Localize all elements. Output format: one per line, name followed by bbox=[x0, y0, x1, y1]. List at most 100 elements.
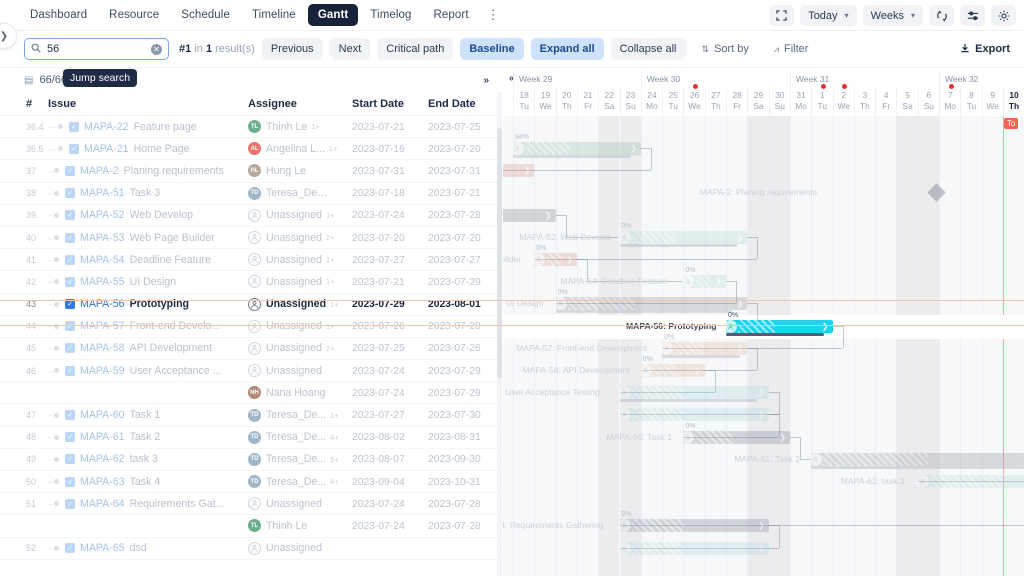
tree-node-dot[interactable] bbox=[54, 191, 59, 196]
issue-key[interactable]: MAPA-57 bbox=[80, 320, 125, 332]
assignee-cell[interactable]: TDTeresa_De...4+ bbox=[248, 475, 352, 488]
issue-key[interactable]: MAPA-61 bbox=[80, 431, 125, 443]
issue-type-checkbox[interactable]: ✓ bbox=[65, 233, 75, 243]
bar-end-arrow[interactable]: ❯ bbox=[758, 521, 765, 530]
bar-progress-handle[interactable] bbox=[660, 342, 673, 355]
end-date[interactable]: 2023-10-31 bbox=[428, 477, 481, 488]
day-column-header[interactable]: 25Tu bbox=[662, 86, 683, 116]
day-column-header[interactable]: 1Tu bbox=[811, 86, 832, 116]
sort-by-button[interactable]: ⇅ Sort by bbox=[693, 38, 758, 60]
day-column-header[interactable]: 23Su bbox=[620, 86, 641, 116]
start-date[interactable]: 2023-07-27 bbox=[352, 410, 405, 421]
day-column-header[interactable]: 30Su bbox=[769, 86, 790, 116]
day-column-header[interactable]: 26We bbox=[683, 86, 704, 116]
assignee-cell[interactable]: Unassigned1+ bbox=[248, 275, 352, 288]
end-date[interactable]: 2023-07-26 bbox=[428, 343, 481, 354]
end-date[interactable]: 2023-07-29 bbox=[428, 277, 481, 288]
table-row[interactable]: 50–✓MAPA-63Task 4TDTeresa_De...4+2023-09… bbox=[0, 471, 503, 493]
table-row[interactable]: 43–✓MAPA-56PrototypingUnassigned1+2023-0… bbox=[0, 294, 503, 316]
table-row[interactable]: 48–✓MAPA-61Task 2TDTeresa_De...4+2023-08… bbox=[0, 427, 503, 449]
tree-node-dot[interactable] bbox=[54, 368, 59, 373]
assignee-cell[interactable]: TDTeresa_De...1+ bbox=[248, 409, 352, 422]
tree-node-dot[interactable] bbox=[54, 213, 59, 218]
day-column-header[interactable]: 19We bbox=[534, 86, 555, 116]
tree-node-dot[interactable] bbox=[54, 168, 59, 173]
issue-key[interactable]: MAPA-62 bbox=[80, 453, 125, 465]
table-row[interactable]: 36.5––✓MAPA-21Home PageALAngelina L...1+… bbox=[0, 138, 503, 160]
assignee-cell[interactable]: Unassigned bbox=[248, 364, 352, 377]
issue-type-checkbox[interactable]: ✓ bbox=[65, 321, 75, 331]
assignee-overflow-badge[interactable]: 1+ bbox=[326, 255, 335, 264]
gantt-bar[interactable]: ❯ bbox=[620, 231, 748, 244]
bar-progress-handle[interactable] bbox=[681, 275, 694, 288]
issue-key[interactable]: MAPA-59 bbox=[80, 365, 125, 377]
assignee-cell[interactable]: TLThinh Le bbox=[248, 519, 352, 532]
assignee-cell[interactable]: ALAngelina L...1+ bbox=[248, 142, 352, 155]
start-date[interactable]: 2023-07-26 bbox=[352, 321, 405, 332]
issue-summary[interactable]: Requirements Gat... bbox=[130, 498, 225, 510]
bar-progress-handle[interactable] bbox=[618, 519, 631, 532]
bar-progress-handle[interactable] bbox=[681, 431, 694, 444]
end-date[interactable]: 2023-07-28 bbox=[428, 210, 481, 221]
assignee-cell[interactable]: Unassigned bbox=[248, 542, 352, 555]
critical-path-button[interactable]: Critical path bbox=[377, 38, 453, 60]
assignee-cell[interactable]: NHNana Hoang bbox=[248, 386, 352, 399]
nav-tab-gantt[interactable]: Gantt bbox=[308, 4, 359, 26]
bar-progress-handle[interactable] bbox=[724, 320, 737, 333]
table-row[interactable]: 38–✓MAPA-51Task 3TDTeresa_DevSa...2023-0… bbox=[0, 183, 503, 205]
day-column-header[interactable]: 3Th bbox=[854, 86, 875, 116]
nav-more-icon[interactable]: ⋮ bbox=[479, 5, 509, 25]
issue-summary[interactable]: UI Design bbox=[130, 276, 177, 288]
day-column-header[interactable]: 22Sa bbox=[598, 86, 619, 116]
clear-icon[interactable]: ✕ bbox=[151, 44, 162, 55]
start-date[interactable]: 2023-07-20 bbox=[352, 233, 405, 244]
day-column-header[interactable]: 29Sa bbox=[747, 86, 768, 116]
issue-key[interactable]: MAPA-52 bbox=[80, 209, 125, 221]
issue-key[interactable]: MAPA-22 bbox=[84, 121, 129, 133]
issue-summary[interactable]: Deadline Feature bbox=[130, 254, 211, 266]
tree-node-dot[interactable] bbox=[54, 302, 59, 307]
issue-summary[interactable]: Planing requirements bbox=[124, 165, 224, 177]
previous-button[interactable]: Previous bbox=[262, 38, 323, 60]
assignee-overflow-badge[interactable]: 1+ bbox=[326, 211, 335, 220]
day-column-header[interactable]: 2We bbox=[833, 86, 854, 116]
table-row[interactable]: 45–✓MAPA-58API DevelopmentUnassigned2+20… bbox=[0, 338, 503, 360]
start-date[interactable]: 2023-07-24 bbox=[352, 521, 405, 532]
issue-key[interactable]: MAPA-54 bbox=[80, 254, 125, 266]
gantt-bar[interactable]: ❯ bbox=[662, 342, 747, 355]
bar-progress-handle[interactable] bbox=[618, 231, 631, 244]
refresh-icon[interactable] bbox=[929, 5, 954, 26]
table-row[interactable]: TLThinh Le2023-07-24 2023-07-28 bbox=[0, 515, 503, 537]
end-date[interactable]: 2023-08-31 bbox=[428, 432, 481, 443]
filter-button[interactable]: ⩘ Filter bbox=[765, 38, 818, 60]
issue-type-checkbox[interactable]: ✓ bbox=[65, 432, 75, 442]
issue-key[interactable]: MAPA-55 bbox=[80, 276, 125, 288]
issue-summary[interactable]: Task 4 bbox=[130, 476, 161, 488]
day-column-header[interactable]: 18Tu bbox=[513, 86, 534, 116]
issue-key[interactable]: MAPA-21 bbox=[84, 143, 129, 155]
table-vertical-scrollbar[interactable] bbox=[497, 92, 502, 576]
nav-tab-resource[interactable]: Resource bbox=[99, 4, 169, 26]
bar-end-arrow[interactable]: ❯ bbox=[524, 166, 531, 175]
start-date[interactable]: 2023-09-04 bbox=[352, 477, 405, 488]
issue-summary[interactable]: API Development bbox=[130, 342, 212, 354]
bar-end-arrow[interactable]: ❯ bbox=[758, 388, 765, 397]
issue-key[interactable]: MAPA-53 bbox=[80, 232, 125, 244]
assignee-cell[interactable]: TDTeresa_De...5+ bbox=[248, 453, 352, 466]
tree-node-dot[interactable] bbox=[54, 279, 59, 284]
gantt-bar[interactable]: ❯ bbox=[641, 364, 705, 377]
end-date[interactable]: 2023-07-27 bbox=[428, 255, 481, 266]
nav-tab-schedule[interactable]: Schedule bbox=[171, 4, 240, 26]
end-date[interactable]: 2023-07-28 bbox=[428, 521, 481, 532]
start-date[interactable]: 2023-07-21 bbox=[352, 277, 405, 288]
start-date[interactable]: 2023-07-24 bbox=[352, 366, 405, 377]
gantt-bar[interactable]: ❯ bbox=[811, 453, 1024, 466]
nav-tab-timeline[interactable]: Timeline bbox=[242, 4, 306, 26]
day-column-header[interactable]: 24Mo bbox=[641, 86, 662, 116]
zoom-level-dropdown[interactable]: Weeks ▾ bbox=[863, 5, 923, 26]
table-row[interactable]: 41–✓MAPA-54Deadline FeatureUnassigned1+2… bbox=[0, 249, 503, 271]
assignee-overflow-badge[interactable]: 1+ bbox=[326, 277, 335, 286]
bar-end-arrow[interactable]: ❯ bbox=[737, 344, 744, 353]
start-date[interactable]: 2023-07-31 bbox=[352, 166, 405, 177]
end-date[interactable]: 2023-07-20 bbox=[428, 233, 481, 244]
